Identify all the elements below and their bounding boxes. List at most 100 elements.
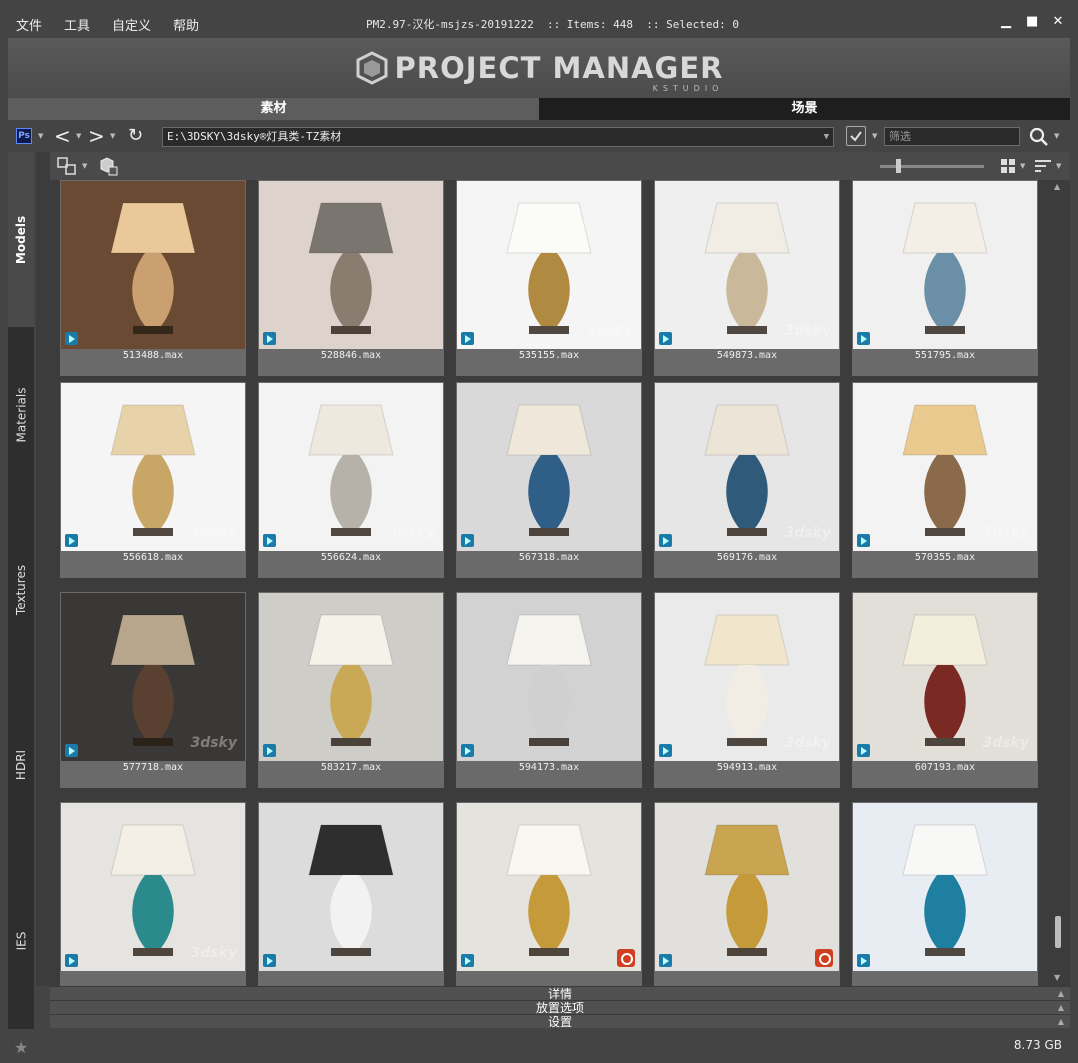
model-thumbnail: 3dsky: [61, 803, 245, 971]
placement-panel-header[interactable]: 放置选项 ▲: [50, 1000, 1070, 1015]
photoshop-icon[interactable]: Ps: [16, 128, 32, 144]
model-card[interactable]: 3dsky 549873.max: [654, 180, 840, 376]
swap-view-icon[interactable]: [56, 156, 78, 176]
tab-materials-side[interactable]: Materials: [8, 327, 34, 502]
max-file-icon: [263, 332, 276, 345]
tab-ies-label: IES: [14, 931, 28, 950]
filter-dropdown-icon[interactable]: ▼: [872, 132, 877, 140]
back-icon[interactable]: <: [54, 124, 71, 148]
refresh-icon[interactable]: ↻: [128, 125, 143, 146]
model-filename: 551795.max: [914, 350, 976, 361]
details-expand-icon[interactable]: ▲: [1058, 987, 1064, 1001]
filter-check-icon[interactable]: [846, 126, 866, 146]
watermark: 3dsky: [190, 735, 237, 751]
favorite-star-icon[interactable]: ★: [14, 1038, 28, 1057]
grid-view-icon[interactable]: [1000, 158, 1016, 174]
model-thumbnail: 3dsky: [61, 383, 245, 551]
model-card[interactable]: 567318.max: [456, 382, 642, 578]
sort-icon[interactable]: [1034, 158, 1052, 174]
model-filename: 513488.max: [122, 350, 184, 361]
view-dropdown-icon[interactable]: ▼: [1020, 162, 1025, 170]
lamp-illustration: [704, 824, 790, 956]
tab-scenes[interactable]: 场景: [539, 98, 1070, 120]
scroll-up-icon[interactable]: ▲: [1054, 182, 1060, 191]
model-filename: 556624.max: [320, 552, 382, 563]
model-card[interactable]: 3dsky 577718.max: [60, 592, 246, 788]
forward-icon[interactable]: >: [88, 124, 105, 148]
placement-expand-icon[interactable]: ▲: [1058, 1001, 1064, 1015]
model-package-icon[interactable]: [96, 156, 118, 176]
filter-input[interactable]: 筛选: [884, 127, 1020, 146]
max-file-icon: [659, 534, 672, 547]
model-card[interactable]: 551795.max: [852, 180, 1038, 376]
placement-label: 放置选项: [535, 1001, 584, 1015]
model-card[interactable]: 3dsky 556618.max: [60, 382, 246, 578]
tab-textures[interactable]: Textures: [8, 502, 34, 677]
model-card[interactable]: 583217.max: [258, 592, 444, 788]
swap-dropdown-icon[interactable]: ▼: [82, 162, 87, 170]
model-card[interactable]: 528846.max: [258, 180, 444, 376]
settings-panel-header[interactable]: 设置 ▲: [50, 1014, 1070, 1029]
tab-ies[interactable]: IES: [8, 852, 34, 1029]
tab-models[interactable]: Models: [8, 152, 34, 327]
model-thumbnail: 3dsky: [61, 593, 245, 761]
max-file-icon: [65, 534, 78, 547]
ps-dropdown-icon[interactable]: ▼: [38, 132, 43, 140]
model-thumbnail: [259, 593, 443, 761]
logo-title: PROJECT MANAGER: [394, 51, 724, 85]
max-file-icon: [263, 744, 276, 757]
lamp-illustration: [506, 614, 592, 746]
disk-size: 8.73 GB: [1013, 1038, 1062, 1052]
model-card[interactable]: [852, 802, 1038, 986]
model-card[interactable]: 3dsky 594913.max: [654, 592, 840, 788]
model-card[interactable]: [258, 802, 444, 986]
model-card[interactable]: 3dsky 570355.max: [852, 382, 1038, 578]
model-card[interactable]: [456, 802, 642, 986]
model-card[interactable]: 3dsky 607193.max: [852, 592, 1038, 788]
model-card[interactable]: 3dsky: [60, 802, 246, 986]
model-filename: 528846.max: [320, 350, 382, 361]
path-dropdown-icon[interactable]: ▼: [824, 128, 829, 146]
model-filename: 549873.max: [716, 350, 778, 361]
model-card[interactable]: [654, 802, 840, 986]
path-input[interactable]: E:\3DSKY\3dsky®灯具类-TZ素材 ▼: [162, 127, 834, 147]
minimize-button[interactable]: ▁: [1000, 14, 1012, 29]
maximize-button[interactable]: ■: [1026, 14, 1038, 29]
max-file-icon: [659, 332, 672, 345]
model-card[interactable]: 3dsky 569176.max: [654, 382, 840, 578]
menu-help[interactable]: 帮助: [173, 15, 199, 34]
tab-hdri[interactable]: HDRI: [8, 677, 34, 852]
close-button[interactable]: ✕: [1052, 14, 1064, 29]
sort-dropdown-icon[interactable]: ▼: [1056, 162, 1061, 170]
search-dropdown-icon[interactable]: ▼: [1054, 132, 1059, 140]
lamp-illustration: [110, 202, 196, 334]
scroll-down-icon[interactable]: ▼: [1054, 973, 1060, 982]
forward-dropdown-icon[interactable]: ▼: [110, 132, 115, 140]
settings-label: 设置: [547, 1015, 572, 1029]
details-panel-header[interactable]: 详情 ▲: [50, 986, 1070, 1001]
menu-customize[interactable]: 自定义: [112, 15, 151, 34]
menu-tools[interactable]: 工具: [64, 15, 90, 34]
model-card[interactable]: 3dsky 556624.max: [258, 382, 444, 578]
model-card[interactable]: 594173.max: [456, 592, 642, 788]
max-file-icon: [857, 534, 870, 547]
model-filename: 556618.max: [122, 552, 184, 563]
model-card[interactable]: 513488.max: [60, 180, 246, 376]
settings-expand-icon[interactable]: ▲: [1058, 1015, 1064, 1029]
model-card[interactable]: 3dsky 535155.max: [456, 180, 642, 376]
logo-text: PROJECT MANAGER KSTUDIO: [394, 51, 724, 93]
watermark: 3dsky: [190, 945, 237, 961]
scroll-thumb[interactable]: [1055, 916, 1061, 948]
vertical-scrollbar[interactable]: ▲ ▼: [1050, 180, 1068, 986]
model-thumbnail: 3dsky: [853, 383, 1037, 551]
model-thumbnail: 3dsky: [853, 593, 1037, 761]
tab-materials[interactable]: 素材: [8, 98, 539, 120]
search-icon[interactable]: [1028, 126, 1050, 148]
tab-materials-label: Materials: [14, 386, 29, 443]
model-thumbnail: [61, 181, 245, 349]
model-thumbnail: [853, 803, 1037, 971]
thumbnail-size-handle[interactable]: [896, 159, 901, 173]
model-thumbnail: [655, 803, 839, 971]
menu-file[interactable]: 文件: [16, 15, 42, 34]
back-dropdown-icon[interactable]: ▼: [76, 132, 81, 140]
